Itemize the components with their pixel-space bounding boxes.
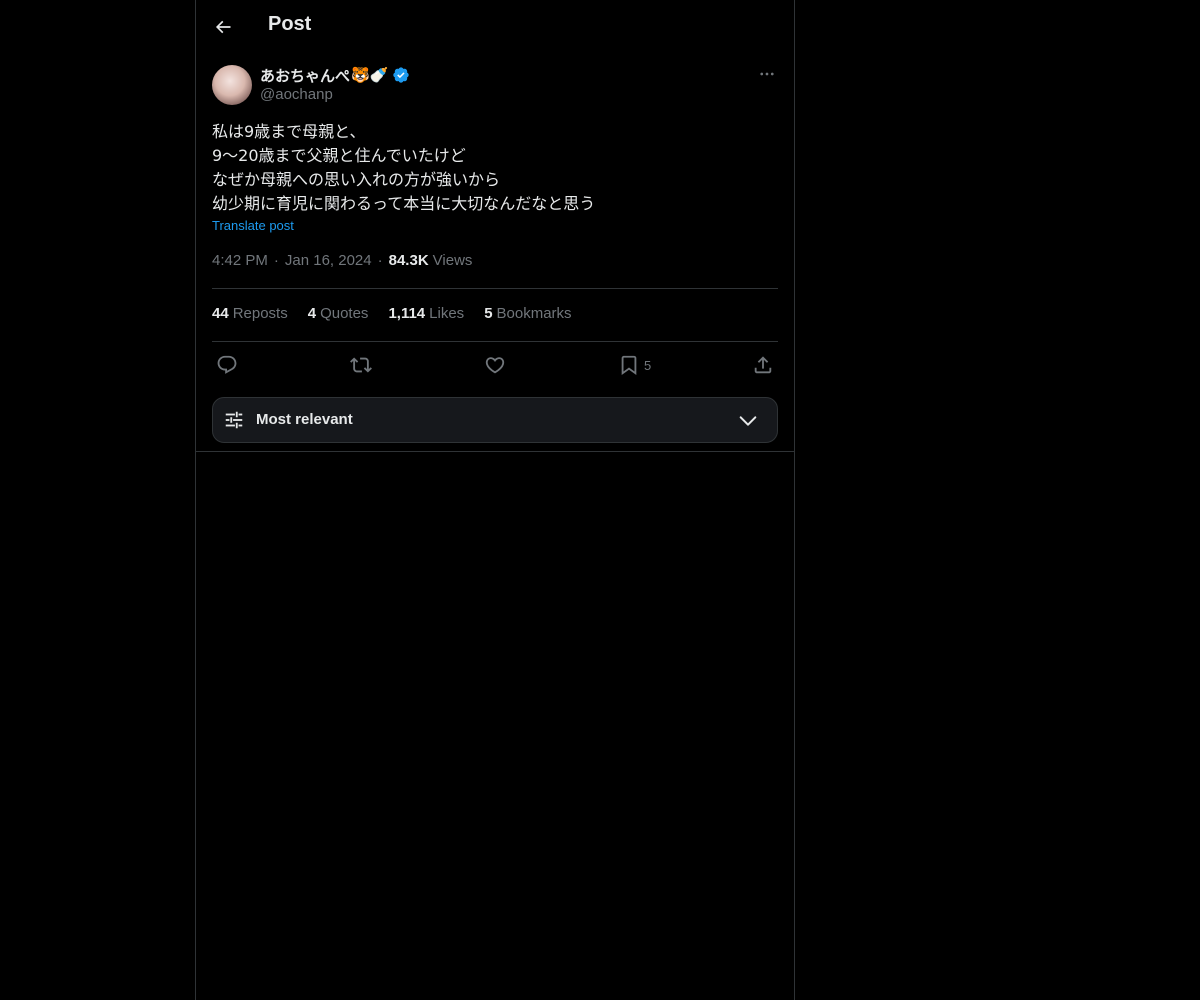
reposts-count: 44 (212, 305, 229, 322)
post-text-line: 9〜20歳まで父親と住んでいたけど (212, 146, 466, 165)
engagement-stats: 44 Reposts 4 Quotes 1,114 Likes 5 Bookmarks (212, 305, 592, 322)
page-title: Post (268, 13, 312, 35)
share-icon (754, 356, 772, 374)
share-button[interactable] (752, 353, 774, 377)
post-metadata: 4:42 PM · Jan 16, 2024 · 84.3K Views (212, 252, 472, 269)
more-horizontal-icon (760, 72, 774, 76)
author-display-name[interactable]: あおちゃんぺ (260, 65, 350, 86)
reposts-label: Reposts (232, 305, 288, 322)
post-header: Post (196, 0, 794, 53)
reposts-stat[interactable]: 44 Reposts (212, 305, 288, 322)
avatar[interactable] (212, 65, 252, 105)
post-text-line: 私は9歳まで母親と、 (212, 122, 366, 141)
reply-button[interactable] (216, 353, 238, 377)
bookmark-icon (621, 355, 637, 376)
divider (212, 341, 778, 342)
heart-icon (485, 357, 505, 374)
chevron-down-icon (739, 416, 757, 426)
views-count: 84.3K (388, 252, 429, 269)
primary-column: Post あおちゃんぺ 🐯🍼 @aochanp 私は9歳まで母親と、 9〜20歳… (195, 0, 795, 1000)
likes-count: 1,114 (388, 305, 426, 322)
bookmark-button[interactable]: 5 (618, 353, 651, 377)
post-date[interactable]: Jan 16, 2024 (285, 252, 372, 269)
sort-label: Most relevant (256, 411, 353, 428)
reply-icon (217, 355, 237, 374)
author-name-emojis: 🐯🍼 (351, 66, 389, 84)
quotes-count: 4 (307, 305, 317, 322)
likes-stat[interactable]: 1,114 Likes (388, 305, 464, 322)
action-bar: 5 (212, 353, 778, 377)
repost-button[interactable] (350, 353, 372, 377)
section-divider (196, 451, 794, 452)
likes-label: Likes (429, 305, 465, 322)
divider (212, 288, 778, 289)
back-button[interactable] (206, 10, 240, 44)
sliders-icon (225, 411, 243, 429)
views-label: Views (432, 252, 473, 269)
quotes-stat[interactable]: 4 Quotes (308, 305, 369, 322)
post-text-line: 幼少期に育児に関わるって本当に大切なんだなと思う (212, 194, 596, 213)
repost-icon (350, 357, 372, 373)
reply-sort-dropdown[interactable]: Most relevant (212, 397, 778, 443)
bookmarks-stat[interactable]: 5 Bookmarks (484, 305, 571, 322)
verified-badge-icon[interactable] (392, 66, 410, 84)
translate-post-link[interactable]: Translate post (212, 218, 294, 233)
meta-separator: · (273, 252, 279, 269)
author-handle[interactable]: @aochanp (260, 86, 333, 103)
bookmarks-label: Bookmarks (496, 305, 572, 322)
like-button[interactable] (484, 353, 506, 377)
post-text-line: なぜか母親への思い入れの方が強いから (212, 170, 501, 189)
bookmark-action-count: 5 (644, 357, 652, 373)
author-name-row[interactable]: あおちゃんぺ 🐯🍼 (260, 65, 410, 85)
bookmarks-count: 5 (484, 305, 493, 322)
meta-separator: · (377, 252, 383, 269)
post-time[interactable]: 4:42 PM (212, 252, 268, 269)
more-options-button[interactable] (756, 63, 778, 85)
arrow-left-icon (215, 20, 231, 34)
post-text: 私は9歳まで母親と、 9〜20歳まで父親と住んでいたけど なぜか母親への思い入れ… (212, 120, 778, 216)
quotes-label: Quotes (320, 305, 369, 322)
